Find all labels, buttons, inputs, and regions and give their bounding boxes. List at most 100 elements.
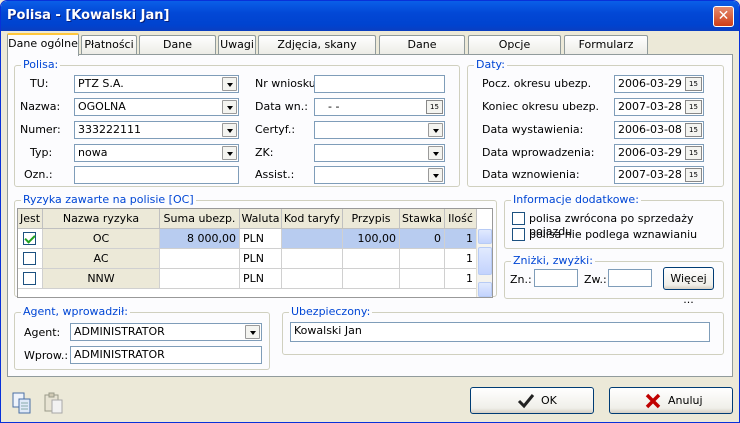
paste-icon[interactable] — [43, 391, 65, 415]
table-cell[interactable]: 1 — [445, 269, 477, 289]
chevron-down-icon[interactable] — [222, 100, 237, 114]
calendar-icon[interactable]: 15 — [426, 100, 443, 114]
ubezpieczony-field[interactable]: Kowalski Jan — [290, 322, 710, 342]
col-header-przypis[interactable]: Przypis — [343, 209, 400, 229]
agent-select[interactable]: ADMINISTRATOR — [70, 323, 262, 341]
numer-label: Numer: — [20, 123, 61, 136]
wprow-label: Wprow.: — [24, 349, 69, 362]
zn-field[interactable] — [534, 269, 578, 287]
tab-formularz-polisy[interactable]: Formularz polisy — [564, 35, 648, 69]
data-wn-field[interactable]: - - 15 — [314, 98, 445, 116]
tu-select[interactable]: PTZ S.A. — [74, 75, 239, 93]
table-cell[interactable]: PLN — [240, 229, 282, 249]
typ-value: nowa — [78, 146, 108, 159]
scroll-up-button[interactable] — [478, 229, 492, 244]
ryzyka-legend: Ryzyka zawarte na polisie [OC] — [21, 193, 196, 206]
zk-select[interactable] — [314, 144, 445, 162]
nazwa-select[interactable]: OGOLNA — [74, 98, 239, 116]
table-cell[interactable]: PLN — [240, 269, 282, 289]
table-cell[interactable]: PLN — [240, 249, 282, 269]
table-cell[interactable]: OC — [43, 229, 160, 249]
table-cell[interactable] — [160, 269, 240, 289]
chevron-down-icon[interactable] — [428, 146, 443, 160]
date-value: 2007-03-28 — [618, 100, 682, 113]
table-cell[interactable]: 8 000,00 — [160, 229, 240, 249]
calendar-icon[interactable]: 15 — [685, 77, 702, 91]
table-cell[interactable]: 1 — [445, 229, 477, 249]
col-header-jest[interactable]: Jest — [18, 209, 43, 229]
typ-select[interactable]: nowa — [74, 144, 239, 162]
date-label: Data wprowadzenia: — [482, 146, 595, 159]
date-label: Pocz. okresu ubezp. — [482, 77, 592, 90]
table-scrollbar[interactable] — [476, 229, 492, 297]
tab-opcje-dodatkowe[interactable]: Opcje dodatkowe — [468, 35, 561, 69]
nie-wznawiac-label[interactable]: polisa nie podlega wznawianiu — [529, 228, 697, 241]
calendar-icon[interactable]: 15 — [685, 100, 702, 114]
table-cell[interactable]: 1 — [445, 249, 477, 269]
table-cell[interactable] — [160, 249, 240, 269]
table-cell[interactable] — [400, 269, 445, 289]
wiecej-button[interactable]: Więcej ... — [663, 267, 714, 306]
jest-checkbox[interactable] — [23, 272, 36, 285]
date-field[interactable]: 2007-03-28 15 — [614, 98, 704, 116]
numer-select[interactable]: 333222111 — [74, 121, 239, 139]
col-header-suma[interactable]: Suma ubezp. — [160, 209, 240, 229]
scroll-down-button[interactable] — [478, 282, 492, 297]
tab-dane-brokerskie[interactable]: Dane brokerskie — [379, 35, 465, 69]
certyf-select[interactable] — [314, 121, 445, 139]
date-field[interactable]: 2006-03-29 15 — [614, 75, 704, 93]
zwrocona-checkbox[interactable] — [512, 212, 525, 225]
wprow-field[interactable]: ADMINISTRATOR — [70, 346, 262, 364]
info-legend: Informacje dodatkowe: — [511, 193, 641, 206]
ok-button[interactable]: OK — [470, 387, 594, 414]
calendar-icon[interactable]: 15 — [685, 123, 702, 137]
table-cell[interactable] — [282, 269, 343, 289]
table-cell[interactable] — [282, 229, 343, 249]
table-cell[interactable]: NNW — [43, 269, 160, 289]
date-field[interactable]: 2007-03-28 15 — [614, 166, 704, 184]
chevron-down-icon[interactable] — [222, 123, 237, 137]
date-field[interactable]: 2006-03-29 15 — [614, 144, 704, 162]
col-header-nazwa[interactable]: Nazwa ryzyka — [43, 209, 160, 229]
col-header-stawka[interactable]: Stawka — [400, 209, 445, 229]
anuluj-button[interactable]: Anuluj — [609, 387, 733, 414]
table-cell[interactable] — [282, 249, 343, 269]
tab-platnosci[interactable]: Płatności — [81, 35, 137, 55]
col-header-kod[interactable]: Kod taryfy — [282, 209, 343, 229]
table-cell[interactable] — [343, 249, 400, 269]
chevron-down-icon[interactable] — [222, 146, 237, 160]
nie-wznawiac-checkbox[interactable] — [512, 228, 525, 241]
date-label: Data wystawienia: — [482, 123, 584, 136]
chevron-down-icon[interactable] — [222, 77, 237, 91]
calendar-icon[interactable]: 15 — [685, 168, 702, 182]
tab-dane-pojazdu[interactable]: Dane pojazdu — [139, 35, 216, 69]
tab-uwagi[interactable]: Uwagi — [218, 35, 256, 55]
tab-dane-ogolne[interactable]: Dane ogólne — [7, 33, 79, 56]
col-header-ilosc[interactable]: Ilość — [445, 209, 477, 229]
zw-field[interactable] — [608, 269, 652, 287]
policy-window: Polisa - [Kowalski Jan] ✕ Dane ogólne Pł… — [0, 0, 740, 423]
title-bar[interactable]: Polisa - [Kowalski Jan] ✕ — [1, 1, 739, 31]
jest-checkbox[interactable] — [23, 252, 36, 265]
ozn-field[interactable] — [74, 166, 239, 184]
chevron-down-icon[interactable] — [428, 168, 443, 182]
data-wn-label: Data wn.: — [255, 100, 308, 113]
scroll-thumb[interactable] — [478, 247, 492, 275]
col-header-waluta[interactable]: Waluta — [240, 209, 282, 229]
assist-select[interactable] — [314, 166, 445, 184]
table-cell[interactable] — [343, 269, 400, 289]
copy-icon[interactable] — [11, 391, 33, 415]
chevron-down-icon[interactable] — [245, 325, 260, 339]
nr-wniosku-field[interactable] — [314, 75, 445, 93]
table-cell[interactable]: 100,00 — [343, 229, 400, 249]
date-field[interactable]: 2006-03-08 15 — [614, 121, 704, 139]
chevron-down-icon[interactable] — [428, 123, 443, 137]
table-cell[interactable]: AC — [43, 249, 160, 269]
agent-legend: Agent, wprowadził: — [21, 305, 130, 318]
table-cell[interactable] — [400, 249, 445, 269]
close-button[interactable]: ✕ — [713, 6, 734, 27]
tab-zdjecia[interactable]: Zdjęcia, skany druków — [258, 35, 376, 69]
jest-checkbox[interactable] — [23, 232, 36, 245]
table-cell[interactable]: 0 — [400, 229, 445, 249]
calendar-icon[interactable]: 15 — [685, 146, 702, 160]
